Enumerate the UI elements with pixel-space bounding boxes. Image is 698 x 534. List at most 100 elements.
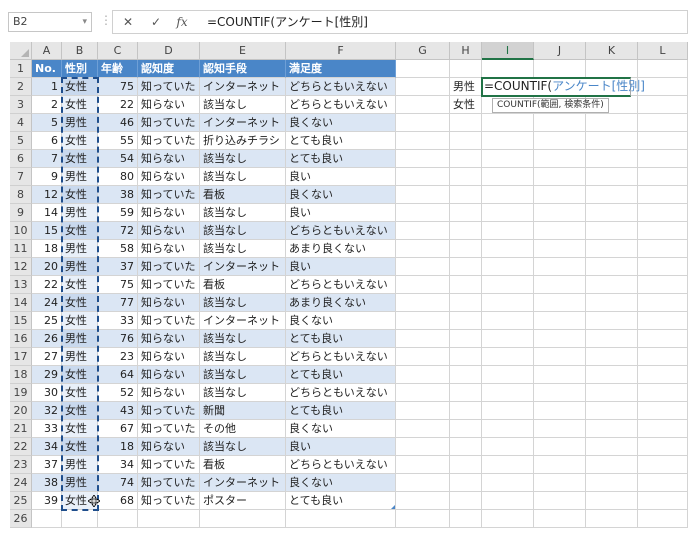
cell-h24[interactable] bbox=[450, 474, 482, 492]
row-header-8[interactable]: 8 bbox=[10, 186, 32, 204]
cell-i5[interactable] bbox=[482, 132, 534, 150]
cell-h13[interactable] bbox=[450, 276, 482, 294]
cell-k22[interactable] bbox=[586, 438, 638, 456]
table-cell[interactable]: 知らない bbox=[138, 294, 200, 312]
cell-g9[interactable] bbox=[396, 204, 450, 222]
table-cell[interactable]: 知っていた bbox=[138, 186, 200, 204]
cell-g23[interactable] bbox=[396, 456, 450, 474]
table-cell[interactable]: とても良い bbox=[286, 492, 396, 510]
cell-k14[interactable] bbox=[586, 294, 638, 312]
cell-l3[interactable] bbox=[638, 96, 688, 114]
cell-k16[interactable] bbox=[586, 330, 638, 348]
cell-j12[interactable] bbox=[534, 258, 586, 276]
cell-j18[interactable] bbox=[534, 366, 586, 384]
cell-k13[interactable] bbox=[586, 276, 638, 294]
table-cell[interactable]: 9 bbox=[32, 168, 62, 186]
table-cell[interactable]: 5 bbox=[32, 114, 62, 132]
row-header-16[interactable]: 16 bbox=[10, 330, 32, 348]
row-header-12[interactable]: 12 bbox=[10, 258, 32, 276]
cell-j24[interactable] bbox=[534, 474, 586, 492]
table-cell[interactable]: 男性 bbox=[62, 456, 98, 474]
cell-i9[interactable] bbox=[482, 204, 534, 222]
table-cell[interactable]: 74 bbox=[98, 474, 138, 492]
cell-g11[interactable] bbox=[396, 240, 450, 258]
table-cell[interactable]: 女性 bbox=[62, 294, 98, 312]
cell-g26[interactable] bbox=[396, 510, 450, 528]
cell-j10[interactable] bbox=[534, 222, 586, 240]
cell-e26[interactable] bbox=[200, 510, 286, 528]
table-cell[interactable]: 29 bbox=[32, 366, 62, 384]
cell-l2[interactable] bbox=[638, 78, 688, 96]
table-cell[interactable]: 該当なし bbox=[200, 240, 286, 258]
cell-i19[interactable] bbox=[482, 384, 534, 402]
table-cell[interactable]: 知っていた bbox=[138, 78, 200, 96]
table-cell[interactable]: 30 bbox=[32, 384, 62, 402]
cell-h14[interactable] bbox=[450, 294, 482, 312]
table-cell[interactable]: 23 bbox=[98, 348, 138, 366]
cell-j16[interactable] bbox=[534, 330, 586, 348]
cell-g17[interactable] bbox=[396, 348, 450, 366]
table-cell[interactable]: 43 bbox=[98, 402, 138, 420]
cell-h6[interactable] bbox=[450, 150, 482, 168]
cell-g19[interactable] bbox=[396, 384, 450, 402]
table-cell[interactable]: 22 bbox=[98, 96, 138, 114]
row-header-25[interactable]: 25 bbox=[10, 492, 32, 510]
table-header-f[interactable]: 満足度 bbox=[286, 60, 396, 78]
table-cell[interactable]: 良くない bbox=[286, 474, 396, 492]
cell-h4[interactable] bbox=[450, 114, 482, 132]
cell-j6[interactable] bbox=[534, 150, 586, 168]
table-cell[interactable]: 該当なし bbox=[200, 348, 286, 366]
table-cell[interactable]: 知らない bbox=[138, 348, 200, 366]
table-cell[interactable]: 知らない bbox=[138, 150, 200, 168]
column-header-l[interactable]: L bbox=[638, 42, 688, 60]
cell-k20[interactable] bbox=[586, 402, 638, 420]
table-cell[interactable]: 知らない bbox=[138, 222, 200, 240]
table-cell[interactable]: 該当なし bbox=[200, 330, 286, 348]
cell-g3[interactable] bbox=[396, 96, 450, 114]
cell-j8[interactable] bbox=[534, 186, 586, 204]
table-cell[interactable]: 14 bbox=[32, 204, 62, 222]
cell-i11[interactable] bbox=[482, 240, 534, 258]
cell-k15[interactable] bbox=[586, 312, 638, 330]
table-cell[interactable]: 該当なし bbox=[200, 150, 286, 168]
table-cell[interactable]: 37 bbox=[32, 456, 62, 474]
row-header-24[interactable]: 24 bbox=[10, 474, 32, 492]
cell-j22[interactable] bbox=[534, 438, 586, 456]
table-cell[interactable]: 女性 bbox=[62, 132, 98, 150]
table-cell[interactable]: 18 bbox=[32, 240, 62, 258]
cell-k9[interactable] bbox=[586, 204, 638, 222]
cell-j19[interactable] bbox=[534, 384, 586, 402]
cell-l8[interactable] bbox=[638, 186, 688, 204]
table-header-a[interactable]: No. bbox=[32, 60, 62, 78]
cell-g20[interactable] bbox=[396, 402, 450, 420]
cell-l16[interactable] bbox=[638, 330, 688, 348]
table-cell[interactable]: あまり良くない bbox=[286, 294, 396, 312]
cell-k5[interactable] bbox=[586, 132, 638, 150]
name-box[interactable]: B2 ▾ bbox=[8, 12, 92, 32]
column-header-j[interactable]: J bbox=[534, 42, 586, 60]
table-cell[interactable]: 知っていた bbox=[138, 276, 200, 294]
cell-k7[interactable] bbox=[586, 168, 638, 186]
table-cell[interactable]: 女性 bbox=[62, 420, 98, 438]
column-header-e[interactable]: E bbox=[200, 42, 286, 60]
table-cell[interactable]: 58 bbox=[98, 240, 138, 258]
cell-j15[interactable] bbox=[534, 312, 586, 330]
table-cell[interactable]: 女性 bbox=[62, 438, 98, 456]
table-cell[interactable]: 知っていた bbox=[138, 492, 200, 510]
cell-k17[interactable] bbox=[586, 348, 638, 366]
cell-h18[interactable] bbox=[450, 366, 482, 384]
table-cell[interactable]: 知っていた bbox=[138, 312, 200, 330]
table-cell[interactable]: インターネット bbox=[200, 78, 286, 96]
table-header-c[interactable]: 年齢 bbox=[98, 60, 138, 78]
table-cell[interactable]: 75 bbox=[98, 78, 138, 96]
table-cell[interactable]: その他 bbox=[200, 420, 286, 438]
cell-g2[interactable] bbox=[396, 78, 450, 96]
cell-i14[interactable] bbox=[482, 294, 534, 312]
table-cell[interactable]: 26 bbox=[32, 330, 62, 348]
row-header-26[interactable]: 26 bbox=[10, 510, 32, 528]
label-female[interactable]: 女性 bbox=[450, 96, 482, 114]
cell-k10[interactable] bbox=[586, 222, 638, 240]
table-cell[interactable]: 77 bbox=[98, 294, 138, 312]
table-cell[interactable]: 良くない bbox=[286, 114, 396, 132]
cell-l18[interactable] bbox=[638, 366, 688, 384]
